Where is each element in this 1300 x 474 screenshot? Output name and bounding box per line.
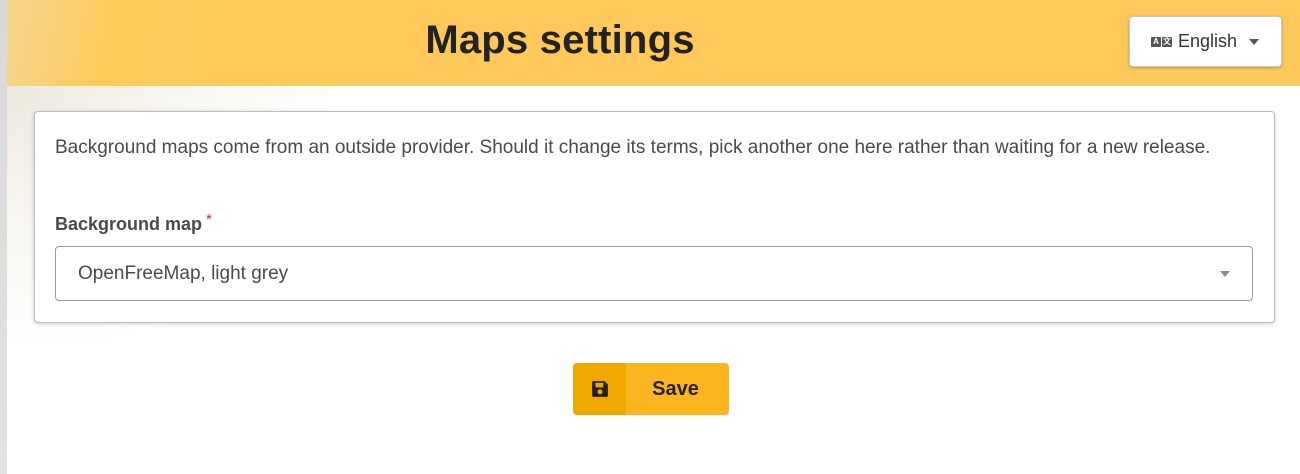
- background-map-label-text: Background map: [55, 214, 203, 234]
- required-indicator: *: [206, 211, 212, 228]
- save-button[interactable]: Save: [573, 363, 729, 415]
- settings-description: Background maps come from an outside pro…: [55, 137, 1211, 158]
- language-select[interactable]: A 文 English: [1129, 16, 1282, 67]
- translate-icon: A 文: [1151, 36, 1172, 47]
- chevron-down-icon: [1220, 271, 1230, 277]
- settings-card: Background maps come from an outside pro…: [34, 111, 1275, 323]
- chevron-down-icon: [1249, 39, 1259, 45]
- background-map-select-value: OpenFreeMap, light grey: [78, 262, 289, 284]
- save-button-label: Save: [652, 377, 699, 400]
- language-select-value: English: [1178, 31, 1238, 51]
- background-map-label: Background map *: [55, 211, 212, 235]
- background-map-select[interactable]: OpenFreeMap, light grey: [55, 246, 1253, 301]
- translate-icon-latin: A: [1151, 36, 1161, 47]
- translate-icon-cjk: 文: [1162, 36, 1172, 47]
- save-icon-container: [573, 363, 626, 415]
- left-edge-strip: [0, 0, 7, 474]
- floppy-disk-icon: [591, 381, 608, 397]
- page-title: Maps settings: [425, 18, 695, 62]
